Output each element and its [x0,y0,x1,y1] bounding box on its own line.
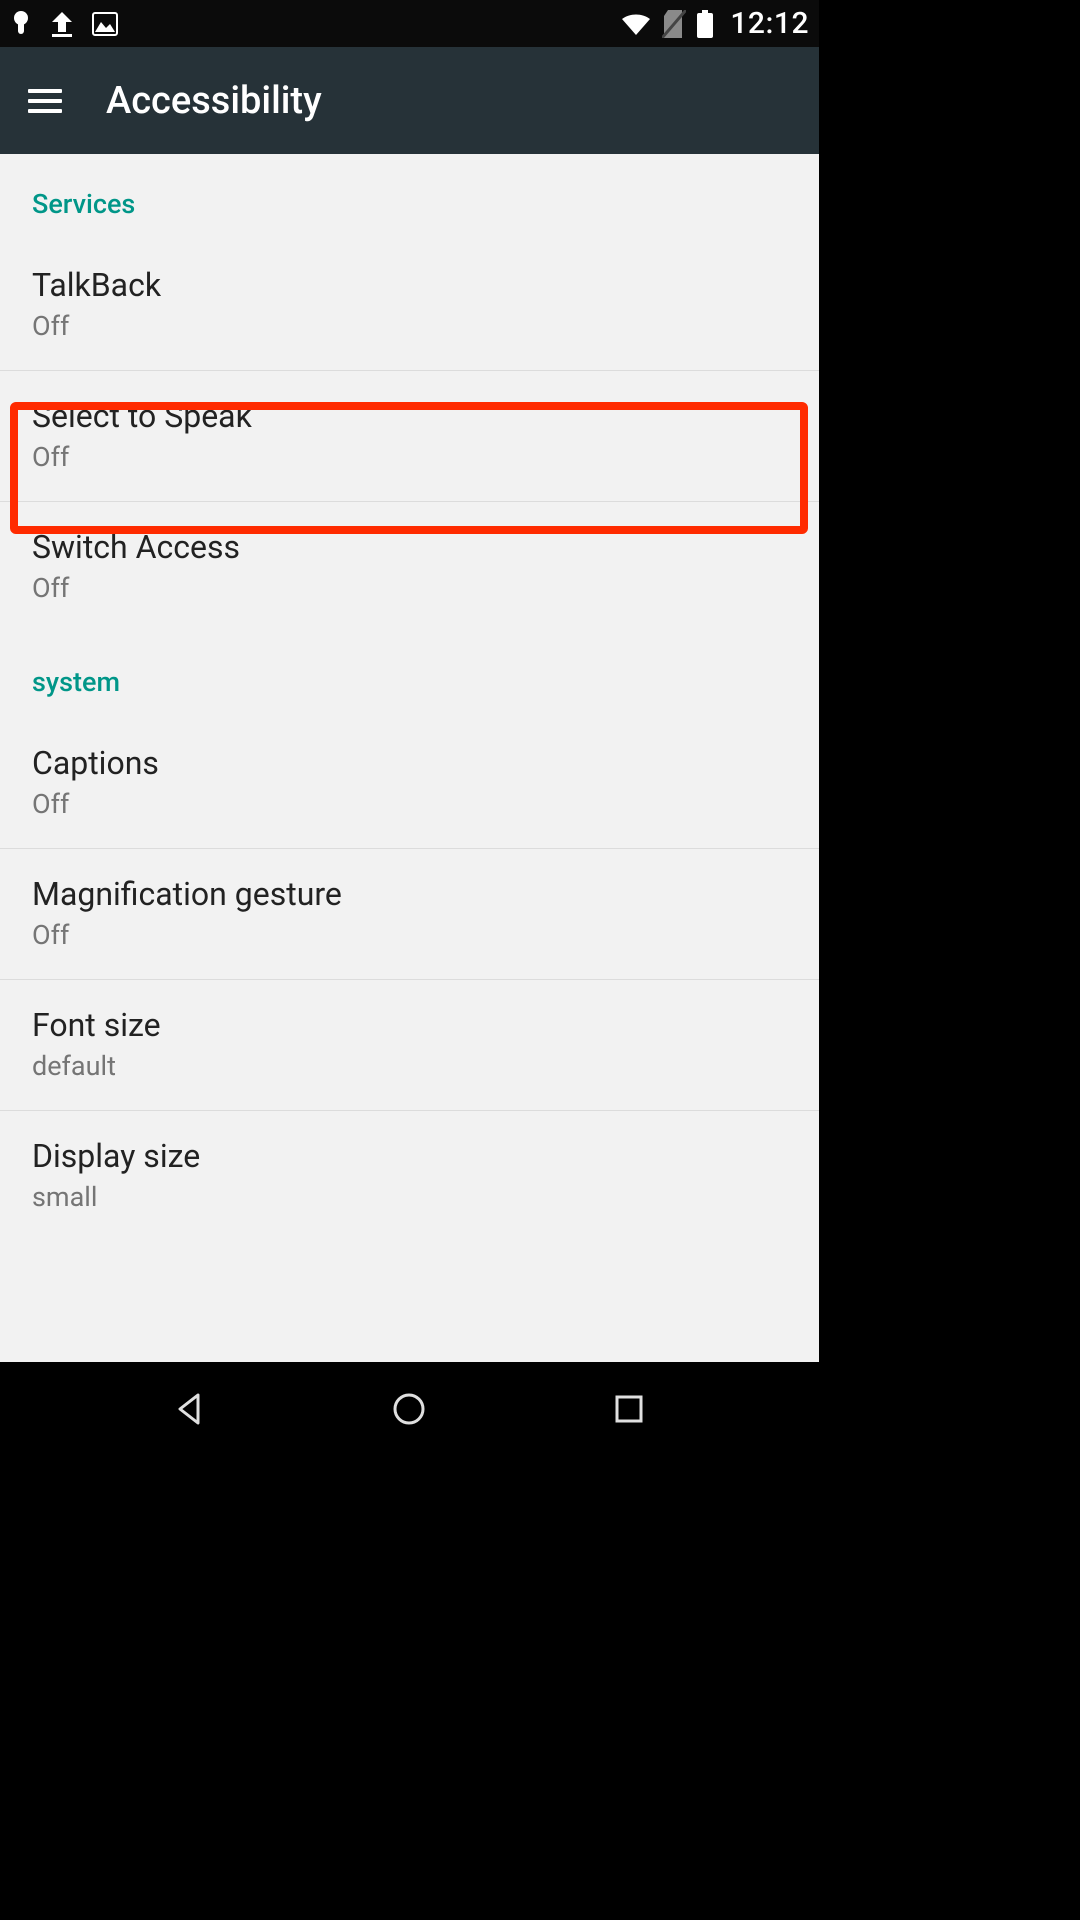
nav-back-button[interactable] [165,1384,215,1434]
wifi-icon [620,11,652,37]
status-right-icons: 12:12 [620,6,809,41]
item-title: Captions [32,744,787,782]
battery-icon [696,10,714,38]
item-title: TalkBack [32,266,787,304]
section-header-system: system [0,632,819,718]
item-magnification-gesture[interactable]: Magnification gesture Off [0,849,819,980]
item-title: Select to Speak [32,397,787,435]
item-title: Font size [32,1006,787,1044]
status-left-icons [10,9,118,39]
status-time: 12:12 [730,6,809,41]
item-talkback[interactable]: TalkBack Off [0,240,819,371]
item-subtitle: Off [32,441,787,473]
item-subtitle: Off [32,788,787,820]
page-title: Accessibility [106,79,322,123]
item-subtitle: default [32,1050,787,1082]
item-subtitle: small [32,1181,787,1213]
item-title: Display size [32,1137,787,1175]
no-sim-icon [662,10,686,38]
nav-recent-button[interactable] [604,1384,654,1434]
item-title: Switch Access [32,528,787,566]
section-header-services: Services [0,154,819,240]
item-subtitle: Off [32,572,787,604]
nav-home-button[interactable] [384,1384,434,1434]
settings-list: Services TalkBack Off Select to Speak Of… [0,154,819,1362]
menu-icon[interactable] [28,89,62,113]
image-icon [92,12,118,36]
item-subtitle: Off [32,919,787,951]
item-title: Magnification gesture [32,875,787,913]
navigation-bar [0,1362,819,1456]
item-subtitle: Off [32,310,787,342]
item-switch-access[interactable]: Switch Access Off [0,502,819,632]
upload-icon [48,10,76,38]
item-select-to-speak[interactable]: Select to Speak Off [0,371,819,502]
app-bar: Accessibility [0,47,819,154]
status-bar: 12:12 [0,0,819,47]
item-font-size[interactable]: Font size default [0,980,819,1111]
item-captions[interactable]: Captions Off [0,718,819,849]
item-display-size[interactable]: Display size small [0,1111,819,1241]
lock-icon [10,9,32,39]
